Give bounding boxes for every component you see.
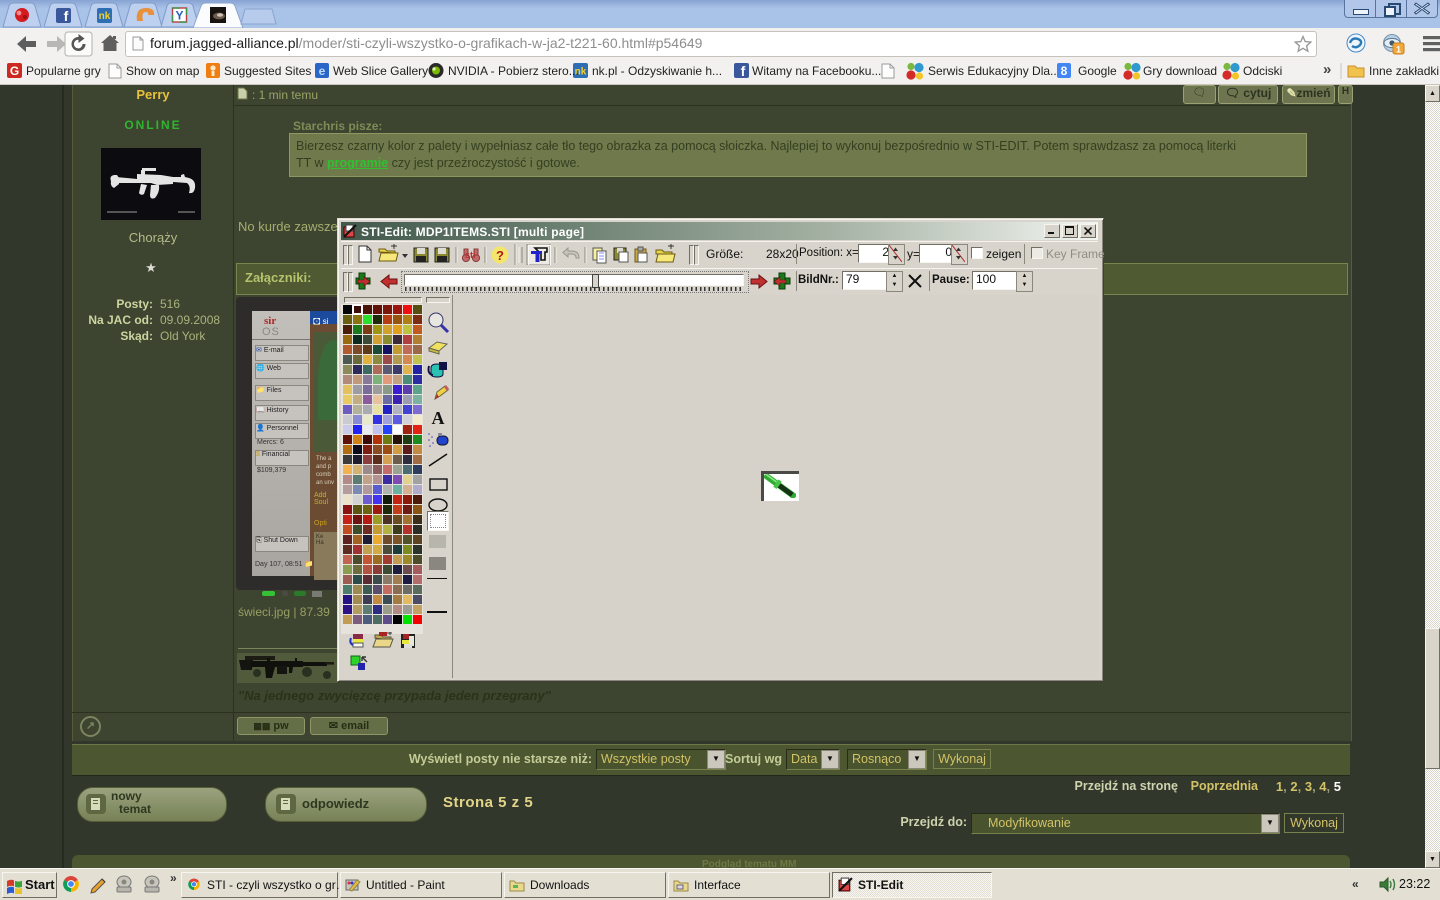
svg-text:f: f — [64, 8, 69, 24]
svg-text:nk: nk — [99, 11, 111, 22]
svg-text:?: ? — [496, 248, 504, 263]
svg-text:1: 1 — [1396, 45, 1401, 55]
svg-text:G: G — [10, 64, 19, 78]
svg-text:A: A — [432, 408, 445, 428]
svg-text:»: » — [1323, 61, 1331, 78]
svg-text:e: e — [319, 64, 326, 78]
svg-text:sti: sti — [465, 250, 476, 260]
svg-text:Y: Y — [175, 9, 183, 23]
svg-text:8: 8 — [1061, 64, 1068, 78]
svg-text:f: f — [741, 63, 746, 79]
